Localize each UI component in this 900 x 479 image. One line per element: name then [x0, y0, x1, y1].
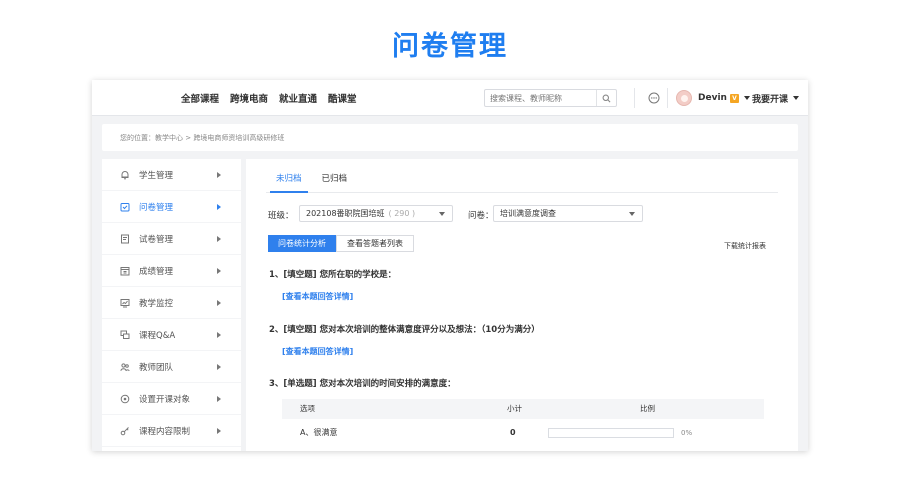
tab-survey-statistics-label: 问卷统计分析: [278, 239, 326, 248]
archive-tabs: 未归档 已归档: [266, 165, 778, 193]
sidebar-item-label: 试卷管理: [139, 234, 174, 245]
sidebar-item-exams[interactable]: 试卷管理: [102, 223, 241, 255]
header-option: 选项: [300, 404, 315, 413]
monitor-icon: [119, 297, 130, 308]
search-box: [484, 89, 617, 107]
chevron-down-icon: [743, 96, 750, 100]
result-table: 选项 小计 比例 A、很满意 0 0%: [282, 399, 764, 451]
chevron-down-icon: [439, 212, 445, 216]
sidebar-item-label: 设置开课对象: [139, 394, 191, 405]
question-1: 1、[填空题] 您所在职的学校是：: [269, 270, 397, 280]
header-ratio: 比例: [640, 404, 655, 413]
chevron-right-icon: [217, 204, 221, 210]
question-1-detail-link[interactable]: [查看本题回答详情]: [282, 291, 353, 302]
chevron-right-icon: [217, 428, 221, 434]
search-icon: [602, 94, 611, 102]
chevron-down-icon: [793, 96, 800, 100]
survey-icon: [119, 201, 130, 212]
tab-respondent-list[interactable]: 查看答题者列表: [336, 235, 414, 252]
sidebar-item-label: 学生管理: [139, 170, 174, 181]
header-count: 小计: [507, 404, 522, 413]
sidebar-item-content-limit[interactable]: 课程内容限制: [102, 415, 241, 447]
table-row: A、很满意 0 0%: [282, 419, 764, 447]
row-count: 0: [510, 428, 516, 437]
sidebar-item-surveys[interactable]: 问卷管理: [102, 191, 241, 223]
tab-unarchived[interactable]: 未归档: [266, 165, 312, 193]
class-label: 班级：: [268, 211, 294, 221]
row-option: A、很满意: [300, 428, 338, 437]
nav-divider: [667, 88, 668, 108]
main-panel: 未归档 已归档 班级： 202108番职院国培班 ( 290 ) 问卷： 培训满…: [246, 159, 798, 451]
table-header: 选项 小计 比例: [282, 399, 764, 419]
chevron-right-icon: [217, 364, 221, 370]
chevron-right-icon: [217, 396, 221, 402]
vip-badge-icon: V: [729, 93, 739, 103]
key-icon: [119, 425, 130, 436]
sidebar-item-monitoring[interactable]: 教学监控: [102, 287, 241, 319]
download-report-link[interactable]: 下载统计报表: [724, 241, 766, 251]
ratio-bar: [548, 428, 674, 438]
class-count: ( 290 ): [388, 209, 416, 218]
sidebar-item-grades[interactable]: 成绩管理: [102, 255, 241, 287]
sidebar-item-label: 问卷管理: [139, 202, 174, 213]
question-2-detail-link[interactable]: [查看本题回答详情]: [282, 346, 353, 357]
nav-links: 全部课程 跨境电商 就业直通 酷课堂: [181, 80, 368, 116]
nav-link-employment[interactable]: 就业直通: [279, 91, 317, 105]
team-icon: [119, 361, 130, 372]
question-3: 3、[单选题] 您对本次培训的时间安排的满意度：: [269, 379, 456, 389]
sidebar-item-students[interactable]: 学生管理: [102, 159, 241, 191]
tab-survey-statistics[interactable]: 问卷统计分析: [268, 235, 336, 252]
avatar: [676, 90, 692, 106]
open-course-menu[interactable]: 我要开课: [752, 89, 800, 107]
sidebar-item-label: 课程内容限制: [139, 426, 191, 437]
sidebar-item-teachers[interactable]: 教师团队: [102, 351, 241, 383]
chat-bubbles-icon: [119, 329, 130, 340]
search-button[interactable]: [596, 90, 616, 106]
chevron-right-icon: [217, 172, 221, 178]
sidebar-item-label: 课程Q&A: [139, 330, 176, 341]
chevron-right-icon: [217, 236, 221, 242]
class-select[interactable]: 202108番职院国培班 ( 290 ): [299, 205, 453, 222]
nav-divider: [634, 88, 635, 108]
sidebar-item-course-audience[interactable]: 设置开课对象: [102, 383, 241, 415]
user-menu[interactable]: Devin V: [676, 89, 750, 107]
calendar-grid-icon: [119, 265, 130, 276]
username: Devin: [698, 93, 727, 103]
row-ratio: 0%: [681, 429, 693, 437]
chevron-right-icon: [217, 332, 221, 338]
tab-respondent-list-label: 查看答题者列表: [347, 239, 403, 248]
page-title: 问卷管理: [392, 31, 508, 62]
search-input[interactable]: [485, 90, 595, 106]
nav-link-kuketang[interactable]: 酷课堂: [328, 91, 357, 105]
chevron-right-icon: [217, 268, 221, 274]
nav-link-all-courses[interactable]: 全部课程: [181, 91, 219, 105]
bell-icon: [119, 169, 130, 180]
tab-archived[interactable]: 已归档: [312, 165, 358, 192]
sidebar: 学生管理 问卷管理 试卷管理 成绩管理 教学监控 课程Q&A 教师团队 设置开课…: [102, 159, 241, 451]
class-select-value: 202108番职院国培班: [306, 209, 385, 218]
question-2: 2、[填空题] 您对本次培训的整体满意度评分以及想法：（10分为满分）: [269, 325, 540, 335]
sidebar-item-label: 教学监控: [139, 298, 174, 309]
survey-label: 问卷：: [468, 211, 494, 221]
chevron-right-icon: [217, 300, 221, 306]
sidebar-item-label: 教师团队: [139, 362, 174, 373]
exam-paper-icon: [119, 233, 130, 244]
target-icon: [119, 393, 130, 404]
nav-link-cross-border[interactable]: 跨境电商: [230, 91, 268, 105]
message-icon[interactable]: [648, 92, 660, 104]
survey-select-value: 培训满意度调查: [500, 209, 556, 218]
breadcrumb-text: 您的位置：教学中心 > 跨境电商师资培训高级研修班: [120, 133, 285, 142]
survey-select[interactable]: 培训满意度调查: [493, 205, 643, 222]
chevron-down-icon: [629, 212, 635, 216]
breadcrumb: 您的位置：教学中心 > 跨境电商师资培训高级研修班: [102, 124, 798, 151]
sidebar-item-qa[interactable]: 课程Q&A: [102, 319, 241, 351]
sidebar-item-label: 成绩管理: [139, 266, 174, 277]
top-nav: 全部课程 跨境电商 就业直通 酷课堂 Devin V: [92, 80, 808, 116]
open-course-label: 我要开课: [752, 94, 789, 105]
app-window: 全部课程 跨境电商 就业直通 酷课堂 Devin V: [92, 80, 808, 451]
